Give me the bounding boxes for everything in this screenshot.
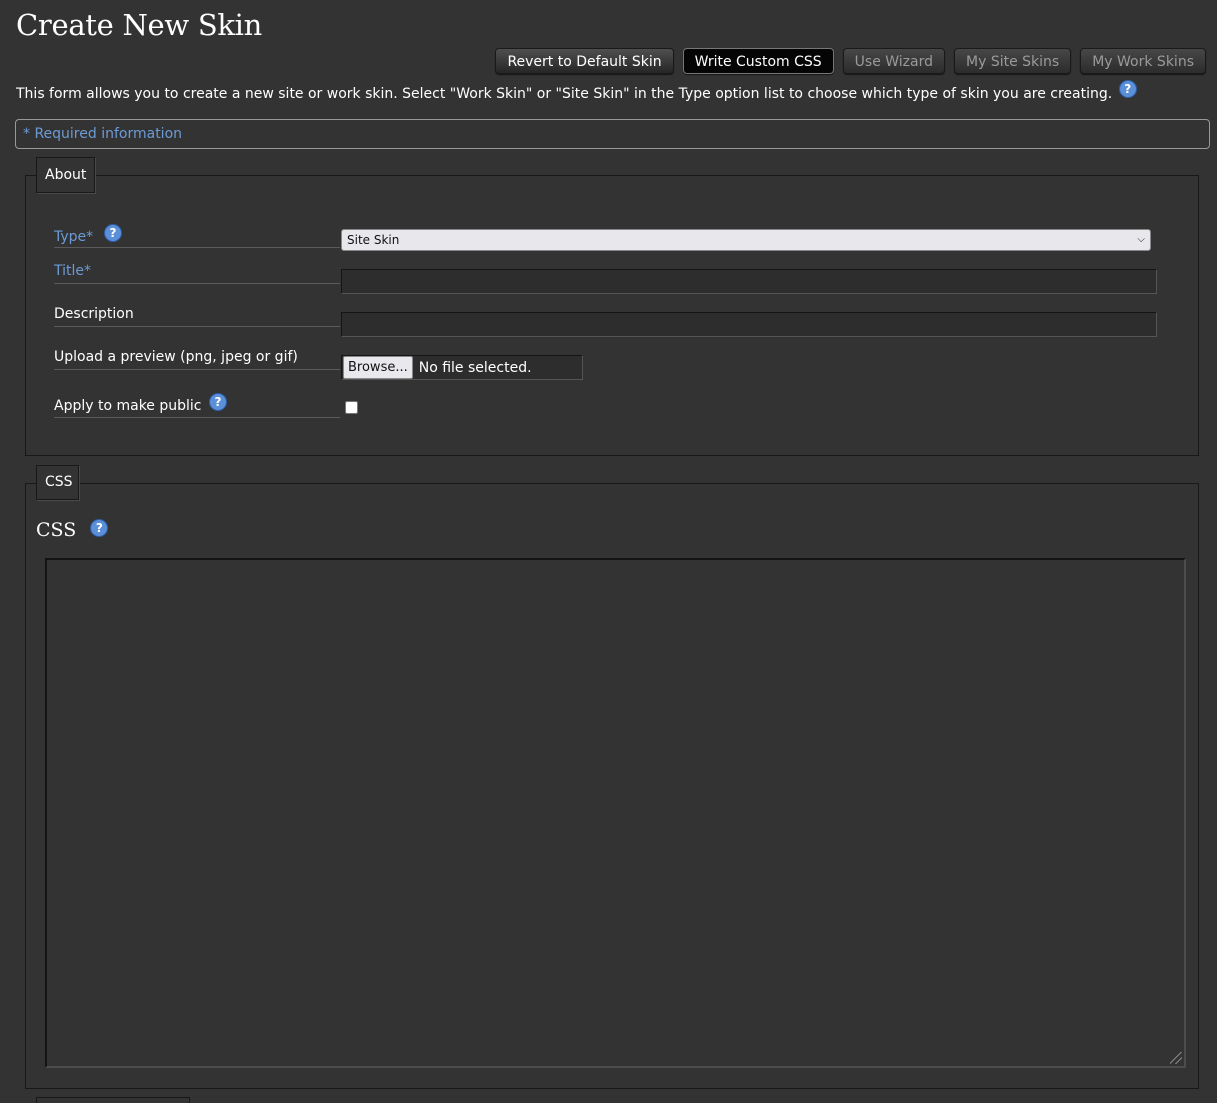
css-heading: CSS — [36, 519, 77, 541]
type-label[interactable]: Type* — [54, 229, 93, 245]
css-legend: CSS — [36, 465, 79, 500]
next-fieldset-legend — [36, 1097, 190, 1103]
required-information-note: * Required information — [15, 119, 1210, 149]
intro-text-row: This form allows you to create a new sit… — [16, 80, 1137, 103]
create-skin-page: Create New Skin Revert to Default Skin W… — [0, 0, 1217, 1103]
public-label-row: Apply to make public ? — [54, 392, 340, 418]
browse-button[interactable]: Browse... — [343, 356, 413, 379]
css-heading-row: CSS ? — [36, 519, 109, 541]
upload-preview-label[interactable]: Upload a preview (png, jpeg or gif) — [54, 349, 298, 365]
intro-text: This form allows you to create a new sit… — [16, 86, 1113, 102]
public-label[interactable]: Apply to make public — [54, 398, 202, 414]
type-select[interactable]: Site Skin ⌵ — [341, 229, 1151, 251]
help-icon[interactable]: ? — [1118, 80, 1137, 98]
description-label-row: Description — [54, 306, 340, 327]
css-textarea[interactable] — [45, 558, 1186, 1068]
my-work-skins-button[interactable]: My Work Skins — [1080, 48, 1206, 74]
type-select-value: Site Skin — [347, 233, 400, 247]
title-input[interactable] — [341, 269, 1157, 294]
help-icon[interactable]: ? — [104, 224, 122, 242]
title-label-row: Title* — [54, 263, 340, 284]
file-status-text: No file selected. — [418, 359, 532, 376]
revert-default-skin-button[interactable]: Revert to Default Skin — [495, 48, 674, 74]
about-legend: About — [36, 157, 95, 193]
resize-grip-icon[interactable] — [1170, 1052, 1182, 1064]
page-title: Create New Skin — [16, 8, 263, 42]
chevron-down-icon: ⌵ — [1137, 234, 1145, 245]
my-site-skins-button[interactable]: My Site Skins — [954, 48, 1072, 74]
write-custom-css-button[interactable]: Write Custom CSS — [682, 48, 834, 74]
skin-navigation: Revert to Default Skin Write Custom CSS … — [495, 48, 1206, 74]
title-label[interactable]: Title* — [54, 263, 91, 279]
public-checkbox[interactable] — [345, 401, 358, 414]
preview-file-input[interactable]: Browse... No file selected. — [341, 355, 583, 380]
description-input[interactable] — [341, 312, 1157, 337]
help-icon[interactable]: ? — [90, 519, 109, 537]
type-label-row: Type* ? — [54, 224, 340, 248]
description-label[interactable]: Description — [54, 306, 134, 322]
use-wizard-button[interactable]: Use Wizard — [842, 48, 946, 74]
upload-label-row: Upload a preview (png, jpeg or gif) — [54, 349, 340, 370]
help-icon[interactable]: ? — [209, 393, 227, 411]
